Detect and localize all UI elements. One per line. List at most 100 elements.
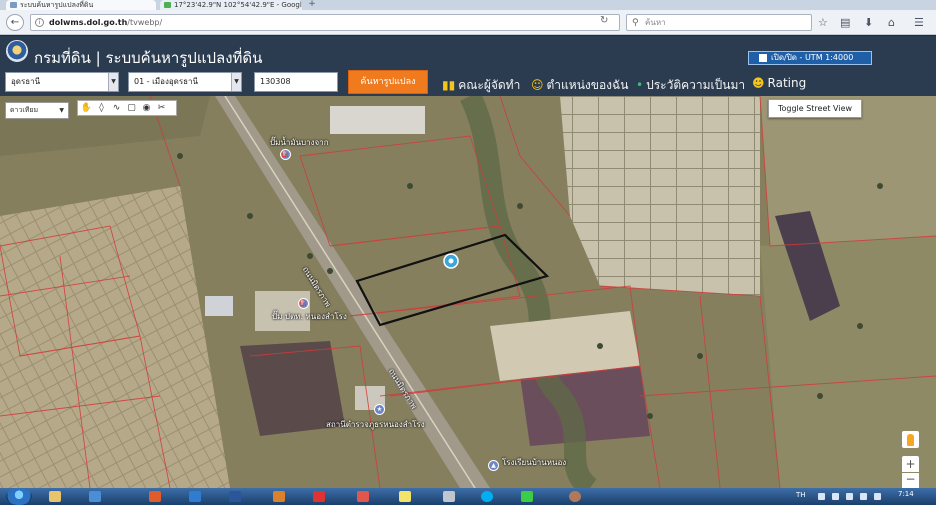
line-icon <box>521 491 533 502</box>
search-placeholder: ค้นหา <box>645 18 666 27</box>
rating-link[interactable]: ☻ Rating <box>752 76 806 90</box>
browser-search-input[interactable]: ⚲ ค้นหา <box>626 14 812 31</box>
smiley-location-icon: ☺ <box>531 78 544 92</box>
taskbar-app[interactable] <box>348 489 378 504</box>
satellite-imagery <box>0 96 936 488</box>
browser-tab-label: 17°23'42.9"N 102°54'42.9"E - Google Maps <box>174 1 302 9</box>
skype-icon <box>481 491 493 502</box>
taskbar-word[interactable] <box>220 489 250 504</box>
province-select[interactable]: อุดรธานี ▼ <box>5 72 119 92</box>
taskbar-explorer[interactable] <box>40 489 70 504</box>
zoom-out-button[interactable]: − <box>902 473 919 488</box>
volume-icon[interactable] <box>860 493 867 500</box>
pan-hand-icon[interactable]: ✋ <box>80 102 93 114</box>
my-location-label: ตำแหน่งของฉัน <box>546 78 629 92</box>
bookmark-star-icon[interactable]: ☆ <box>818 17 828 28</box>
chevron-down-icon: ▼ <box>108 73 118 91</box>
app-icon <box>89 491 101 502</box>
pin-icon[interactable]: ◊ <box>95 102 108 114</box>
search-parcel-button[interactable]: ค้นหารูปแปลง <box>348 70 428 94</box>
building <box>205 296 233 316</box>
map-type-select[interactable]: ดาวเทียม ▼ <box>5 102 69 119</box>
gas-station-poi-icon[interactable]: ⛽ <box>280 149 291 160</box>
measure-line-icon[interactable]: ∿ <box>110 102 123 114</box>
reload-icon[interactable]: ↻ <box>600 15 608 26</box>
site-title: กรมที่ดิน | ระบบค้นหารูปแปลงที่ดิน <box>34 49 263 67</box>
app-icon <box>357 491 369 502</box>
browser-tab-active[interactable]: ระบบค้นหารูปแปลงที่ดิน <box>6 0 156 10</box>
zoom-in-button[interactable]: + <box>902 456 919 472</box>
url-bar[interactable]: i dolwms.dol.go.th/tvwebp/ <box>30 14 620 31</box>
start-button[interactable] <box>6 488 32 505</box>
app-icon <box>569 491 581 502</box>
map-label-ptt: ปั๊ม ปตท. หนองสำโรง <box>272 312 347 321</box>
search-icon: ⚲ <box>632 18 639 28</box>
district-select[interactable]: 01 - เมืองอุดรธานี ▼ <box>128 72 242 92</box>
history-link[interactable]: • ประวัติความเป็นมา <box>636 76 745 95</box>
pdf-icon <box>313 491 325 502</box>
school-poi-icon[interactable]: ▲ <box>488 460 499 471</box>
taskbar-app[interactable] <box>140 489 170 504</box>
downloads-icon[interactable]: ⬇ <box>864 17 873 28</box>
department-seal-icon <box>6 40 28 62</box>
circle-icon[interactable]: ◉ <box>140 102 153 114</box>
browser-tab-strip: ระบบค้นหารูปแปลงที่ดิน 17°23'42.9"N 102°… <box>0 0 936 10</box>
app-icon <box>189 491 201 502</box>
chevron-down-icon: ▼ <box>231 73 241 91</box>
parcel-marker-icon[interactable] <box>443 253 459 269</box>
clear-icon[interactable]: ✂ <box>155 102 168 114</box>
utm-checkbox[interactable] <box>759 54 767 62</box>
utm-toggle-button[interactable]: เปิด/ปิด - UTM 1:4000 <box>748 51 872 65</box>
taskbar-line[interactable] <box>512 489 542 504</box>
app-icon <box>149 491 161 502</box>
gas-station-poi-icon[interactable]: ⛽ <box>298 298 309 309</box>
rating-label: Rating <box>767 76 807 90</box>
taskbar-pdf[interactable] <box>304 489 334 504</box>
my-location-link[interactable]: ☺ ตำแหน่งของฉัน <box>531 76 628 95</box>
satellite-map[interactable]: ดาวเทียม ▼ ✋ ◊ ∿ ▢ ◉ ✂ Toggle Street Vie… <box>0 96 936 488</box>
map-label-police: สถานีตำรวจภูธรหนองสำโรง <box>326 420 425 429</box>
info-icon: • <box>636 78 644 92</box>
tray-icon[interactable] <box>818 493 825 500</box>
back-button[interactable]: ← <box>6 14 24 31</box>
toggle-street-view-button[interactable]: Toggle Street View <box>768 99 862 118</box>
windows-taskbar: TH 7:14 <box>0 488 936 505</box>
map-type-value: ดาวเทียม <box>10 106 39 114</box>
taskbar-skype[interactable] <box>472 489 502 504</box>
tray-icon[interactable] <box>832 493 839 500</box>
polygon-icon[interactable]: ▢ <box>125 102 138 114</box>
notes-icon <box>399 491 411 502</box>
parcel-number-input[interactable]: 130308 <box>254 72 338 92</box>
site-info-icon[interactable]: i <box>35 18 44 27</box>
app-icon <box>273 491 285 502</box>
map-label-school: โรงเรียนบ้านหนอง <box>502 458 567 467</box>
menu-icon[interactable]: ☰ <box>914 17 924 28</box>
browser-tab-maps[interactable]: 17°23'42.9"N 102°54'42.9"E - Google Maps <box>160 0 302 10</box>
reading-list-icon[interactable]: ▤ <box>840 17 850 28</box>
credits-link[interactable]: ▮▮ คณะผู้จัดทำ <box>442 76 520 95</box>
people-icon: ▮▮ <box>442 78 456 92</box>
flag-icon[interactable] <box>874 493 881 500</box>
taskbar-app[interactable] <box>434 489 464 504</box>
word-icon <box>229 491 241 502</box>
taskbar-app[interactable] <box>264 489 294 504</box>
map-label-gas-station: ปั๊มน้ำมันบางจาก <box>270 138 329 147</box>
taskbar-notes[interactable] <box>390 489 420 504</box>
rating-icon: ☻ <box>752 76 765 90</box>
taskbar-app[interactable] <box>180 489 210 504</box>
home-icon[interactable]: ⌂ <box>888 17 895 28</box>
network-icon[interactable] <box>846 493 853 500</box>
police-poi-icon[interactable]: ★ <box>374 404 385 415</box>
history-label: ประวัติความเป็นมา <box>646 78 746 92</box>
tray-language[interactable]: TH <box>796 491 806 499</box>
tray-clock[interactable]: 7:14 <box>898 490 914 498</box>
taskbar-app[interactable] <box>560 489 590 504</box>
site-header: กรมที่ดิน | ระบบค้นหารูปแปลงที่ดิน เปิด/… <box>0 36 936 96</box>
favicon-icon <box>164 2 171 8</box>
folder-icon <box>49 491 61 502</box>
map-toolbar: ✋ ◊ ∿ ▢ ◉ ✂ <box>77 100 177 116</box>
street-view-pegman-icon[interactable] <box>902 431 919 448</box>
taskbar-app[interactable] <box>80 489 110 504</box>
new-tab-button[interactable]: + <box>305 0 319 10</box>
url-host: dolwms.dol.go.th <box>49 18 128 27</box>
